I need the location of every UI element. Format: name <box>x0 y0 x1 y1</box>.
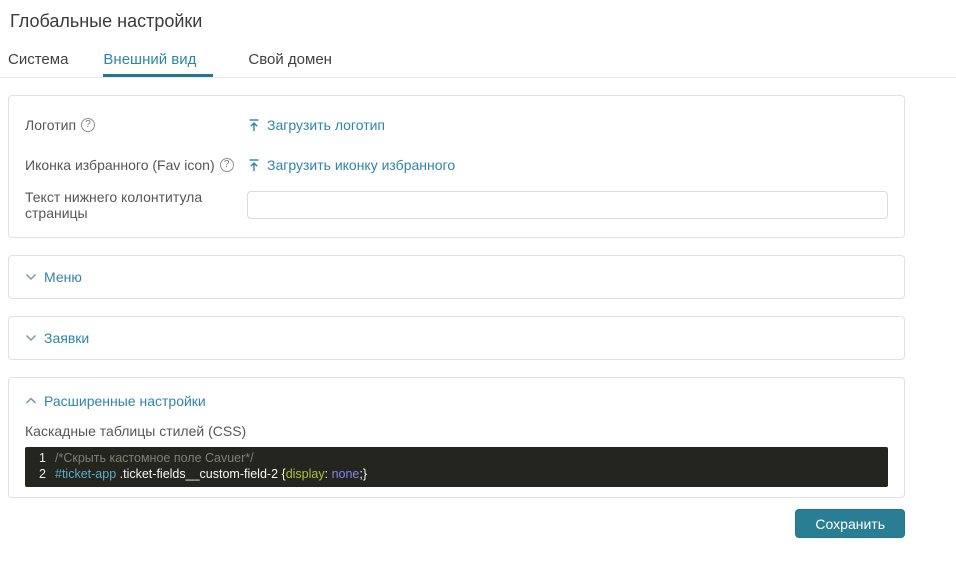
logo-label-wrap: Логотип ? <box>25 117 247 133</box>
favicon-label: Иконка избранного (Fav icon) <box>25 157 215 173</box>
upload-logo-label: Загрузить логотип <box>267 117 385 133</box>
code-token-id-selector: #ticket-app <box>55 467 116 483</box>
code-token-close-brace: ;} <box>359 467 367 483</box>
menu-section-toggle[interactable]: Меню <box>25 269 888 285</box>
menu-section-panel: Меню <box>8 255 905 299</box>
upload-icon <box>247 158 261 172</box>
help-icon[interactable]: ? <box>81 118 95 132</box>
footer-text-row: Текст нижнего колонтитула страницы <box>25 185 888 225</box>
chevron-down-icon <box>25 334 37 342</box>
upload-favicon-label: Загрузить иконку избранного <box>267 157 455 173</box>
save-button[interactable]: Сохранить <box>795 509 905 538</box>
tabs-bar: Система Внешний вид Свой домен <box>0 51 956 78</box>
tickets-section-panel: Заявки <box>8 316 905 360</box>
code-line: 2 #ticket-app .ticket-fields__custom-fie… <box>25 467 888 483</box>
code-token-comment: /*Скрыть кастомное поле Cavuer*/ <box>55 451 254 467</box>
tickets-section-toggle[interactable]: Заявки <box>25 330 888 346</box>
branding-panel: Логотип ? Загрузить логотип Иконка избра… <box>8 95 905 238</box>
footer-text-label-wrap: Текст нижнего колонтитула страницы <box>25 189 247 221</box>
logo-row: Логотип ? Загрузить логотип <box>25 105 888 145</box>
line-number: 1 <box>25 451 55 467</box>
code-line: 1 /*Скрыть кастомное поле Cavuer*/ <box>25 451 888 467</box>
css-code-editor[interactable]: 1 /*Скрыть кастомное поле Cavuer*/ 2 #ti… <box>25 447 888 487</box>
tab-appearance[interactable]: Внешний вид <box>103 51 213 77</box>
code-token-colon: : <box>325 467 332 483</box>
code-token-property: display <box>286 467 325 483</box>
code-token-value: none <box>332 467 360 483</box>
favicon-row: Иконка избранного (Fav icon) ? Загрузить… <box>25 145 888 185</box>
footer-text-label: Текст нижнего колонтитула страницы <box>25 189 247 221</box>
chevron-up-icon <box>25 397 37 405</box>
favicon-label-wrap: Иконка избранного (Fav icon) ? <box>25 157 247 173</box>
upload-icon <box>247 118 261 132</box>
menu-section-label: Меню <box>44 269 82 285</box>
advanced-section-toggle[interactable]: Расширенные настройки <box>25 393 888 409</box>
code-token-class-selector: .ticket-fields__custom-field-2 <box>116 467 281 483</box>
css-editor-label: Каскадные таблицы стилей (CSS) <box>25 423 888 439</box>
tab-custom-domain[interactable]: Свой домен <box>248 51 332 77</box>
advanced-section-label: Расширенные настройки <box>44 393 206 409</box>
tab-system[interactable]: Система <box>8 51 68 77</box>
help-icon[interactable]: ? <box>220 158 234 172</box>
upload-favicon-link[interactable]: Загрузить иконку избранного <box>247 157 455 173</box>
tickets-section-label: Заявки <box>44 330 89 346</box>
form-actions: Сохранить <box>8 509 905 538</box>
logo-label: Логотип <box>25 117 76 133</box>
line-number: 2 <box>25 467 55 483</box>
chevron-down-icon <box>25 273 37 281</box>
footer-text-input[interactable] <box>247 191 888 219</box>
advanced-section-panel: Расширенные настройки Каскадные таблицы … <box>8 377 905 498</box>
page-title: Глобальные настройки <box>10 11 956 32</box>
upload-logo-link[interactable]: Загрузить логотип <box>247 117 385 133</box>
settings-content: Логотип ? Загрузить логотип Иконка избра… <box>8 95 905 538</box>
